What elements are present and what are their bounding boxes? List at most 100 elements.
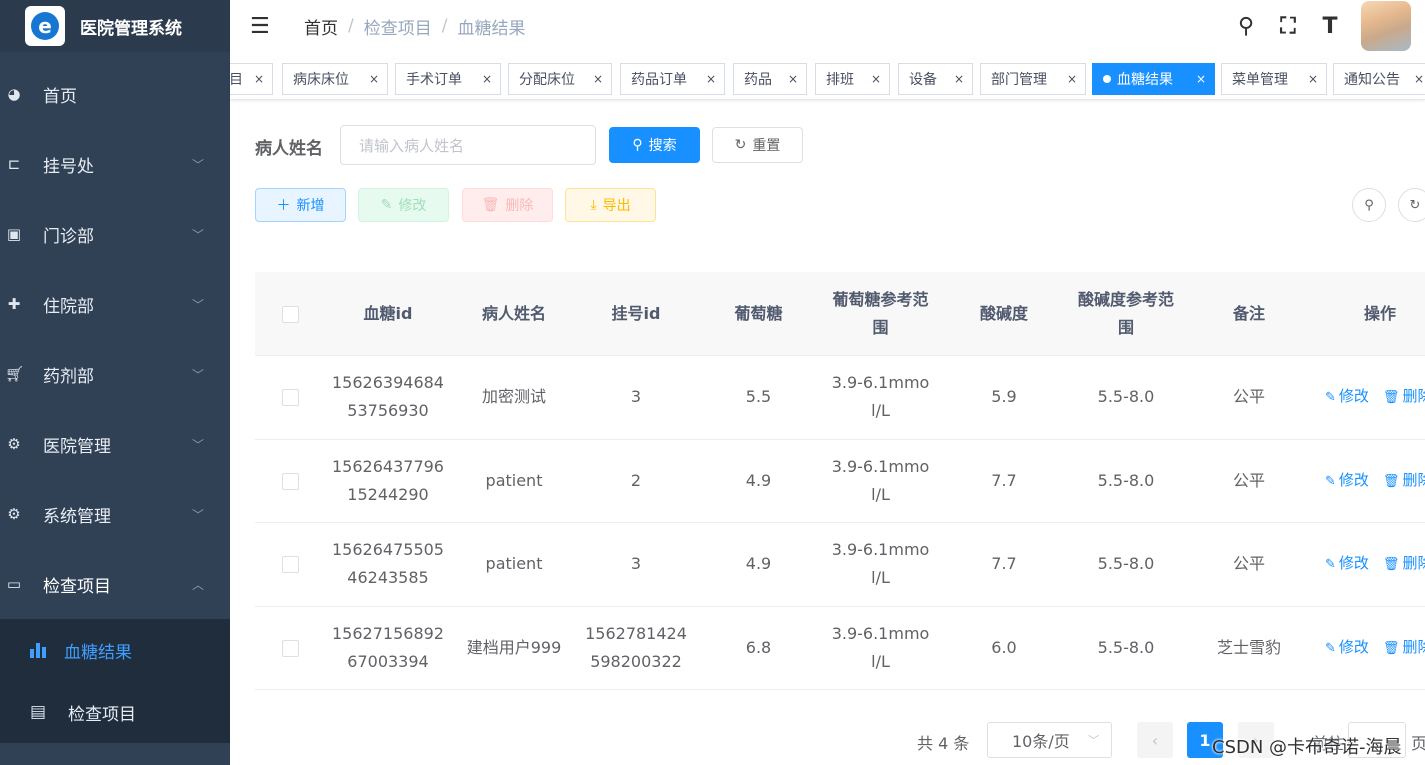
row-delete-label: 删除 bbox=[1402, 554, 1425, 573]
row-edit-link[interactable]: ✎ 修改 bbox=[1325, 549, 1369, 579]
active-dot-icon bbox=[1103, 75, 1111, 83]
prev-page-button[interactable]: ‹ bbox=[1137, 722, 1173, 758]
row-edit-label: 修改 bbox=[1338, 470, 1369, 489]
cell-patient-name: patient bbox=[485, 554, 543, 574]
close-icon[interactable]: × bbox=[788, 72, 798, 86]
search-label: 病人姓名 bbox=[255, 139, 323, 159]
sidebar-item-hospital-management[interactable]: ⚙ 医院管理 ﹀ bbox=[0, 409, 230, 479]
close-icon[interactable]: × bbox=[954, 72, 964, 86]
toggle-search-button[interactable]: ⚲ bbox=[1352, 188, 1386, 222]
close-icon[interactable]: × bbox=[593, 72, 603, 86]
cell-ph-range: 5.5-8.0 bbox=[1097, 637, 1155, 657]
row-delete-link[interactable]: 🗑︎ 删除 bbox=[1383, 549, 1425, 579]
row-edit-link[interactable]: ✎ 修改 bbox=[1325, 382, 1369, 412]
row-checkbox[interactable] bbox=[281, 556, 299, 574]
sidebar-item-inspection[interactable]: ▭ 检查项目 ︿ bbox=[0, 549, 230, 619]
tag-item[interactable]: 手术订单 × bbox=[395, 63, 501, 95]
sidebar-item-registration[interactable]: ⊏ 挂号处 ﹀ bbox=[0, 129, 230, 199]
column-header: 操作 bbox=[1363, 303, 1396, 323]
close-icon[interactable]: × bbox=[706, 72, 716, 86]
row-edit-link[interactable]: ✎ 修改 bbox=[1325, 466, 1369, 496]
tag-item[interactable]: 菜单管理 × bbox=[1221, 63, 1327, 95]
cell-glucose: 5.5 bbox=[745, 387, 772, 407]
chevron-left-icon: ‹ bbox=[1151, 730, 1159, 750]
cell-glucose-range: 3.9-6.1mmol/L bbox=[831, 623, 930, 671]
sidebar-item-pharmacy[interactable]: 🛒︎ 药剂部 ﹀ bbox=[0, 339, 230, 409]
column-header: 酸碱度参考范围 bbox=[1077, 289, 1174, 337]
tag-label: 目 bbox=[230, 72, 243, 88]
tag-item[interactable]: 药品订单 × bbox=[620, 63, 725, 95]
cell-ph: 7.7 bbox=[991, 470, 1017, 490]
hamburger-icon[interactable]: ☰ bbox=[250, 14, 274, 39]
fullscreen-icon[interactable]: ⛶ bbox=[1273, 14, 1303, 39]
export-button[interactable]: ⤓ 导出 bbox=[565, 188, 656, 222]
submenu-item-inspection[interactable]: ▤ 检查项目 bbox=[0, 681, 230, 743]
tag-item-active[interactable]: 血糖结果 × bbox=[1092, 63, 1215, 95]
tag-label: 病床床位 bbox=[293, 72, 349, 88]
row-checkbox[interactable] bbox=[281, 639, 299, 657]
reset-button[interactable]: ↻ 重置 bbox=[712, 127, 803, 163]
row-checkbox[interactable] bbox=[281, 389, 299, 407]
avatar[interactable] bbox=[1361, 1, 1411, 51]
cell-registration-id: 3 bbox=[630, 554, 642, 574]
tag-label: 药品 bbox=[744, 72, 772, 88]
sidebar-item-label: 系统管理 bbox=[43, 506, 111, 527]
sidebar-item-home[interactable]: ◕ 首页 bbox=[0, 59, 230, 129]
breadcrumb-home[interactable]: 首页 bbox=[304, 14, 338, 39]
patient-name-input[interactable]: 请输入病人姓名 bbox=[340, 125, 596, 165]
logo[interactable]: e 医院管理系统 bbox=[0, 0, 230, 52]
font-size-icon[interactable]: T bbox=[1315, 14, 1345, 39]
tag-item[interactable]: 分配床位 × bbox=[508, 63, 612, 95]
edit-button[interactable]: ✎ 修改 bbox=[358, 188, 449, 222]
cell-id: 1562639468453756930 bbox=[332, 373, 444, 421]
close-icon[interactable]: × bbox=[1067, 72, 1077, 86]
close-icon[interactable]: × bbox=[871, 72, 881, 86]
close-icon[interactable]: × bbox=[369, 72, 379, 86]
plus-icon: ＋ bbox=[276, 198, 291, 214]
close-icon[interactable]: × bbox=[1196, 72, 1206, 86]
tag-item[interactable]: 通知公告 × bbox=[1333, 63, 1425, 95]
tag-item[interactable]: 病床床位 × bbox=[282, 63, 388, 95]
row-delete-link[interactable]: 🗑︎ 删除 bbox=[1383, 633, 1425, 663]
trash-icon: 🗑︎ bbox=[1382, 390, 1400, 406]
edit-button-label: 修改 bbox=[398, 198, 427, 214]
cell-glucose-range: 3.9-6.1mmol/L bbox=[831, 540, 930, 588]
refresh-button[interactable]: ↻ bbox=[1398, 188, 1425, 222]
column-header: 血糖id bbox=[363, 303, 413, 323]
close-icon[interactable]: × bbox=[482, 72, 492, 86]
row-edit-link[interactable]: ✎ 修改 bbox=[1325, 633, 1369, 663]
add-button[interactable]: ＋ 新增 bbox=[255, 188, 346, 222]
row-edit-label: 修改 bbox=[1338, 554, 1369, 573]
close-icon[interactable]: × bbox=[254, 72, 264, 86]
tag-item[interactable]: 药品 × bbox=[733, 63, 807, 95]
row-delete-link[interactable]: 🗑︎ 删除 bbox=[1383, 466, 1425, 496]
cell-id: 1562643779615244290 bbox=[332, 456, 444, 504]
close-icon[interactable]: × bbox=[1414, 72, 1424, 86]
add-button-label: 新增 bbox=[296, 198, 325, 214]
delete-button[interactable]: 🗑︎ 删除 bbox=[462, 188, 553, 222]
cell-registration-id: 2 bbox=[630, 470, 642, 490]
search-icon[interactable]: ⚲ bbox=[1231, 14, 1261, 39]
tag-item[interactable]: 排班 × bbox=[815, 63, 890, 95]
search-button[interactable]: ⚲ 搜索 bbox=[609, 127, 700, 163]
sidebar-item-inpatient[interactable]: ✚ 住院部 ﹀ bbox=[0, 269, 230, 339]
clinic-icon: ▣ bbox=[6, 225, 22, 243]
page-unit-label: 页 bbox=[1411, 734, 1425, 753]
tag-item[interactable]: 部门管理 × bbox=[980, 63, 1086, 95]
tag-item[interactable]: 设备 × bbox=[898, 63, 973, 95]
cell-id: 1562647550546243585 bbox=[332, 540, 444, 588]
cell-note: 公平 bbox=[1232, 554, 1265, 574]
cell-ph: 6.0 bbox=[991, 637, 1017, 657]
breadcrumb-separator: / bbox=[348, 16, 354, 36]
row-select-cell bbox=[255, 634, 325, 662]
select-all-checkbox[interactable] bbox=[281, 305, 299, 323]
row-checkbox[interactable] bbox=[281, 472, 299, 490]
sidebar-item-outpatient[interactable]: ▣ 门诊部 ﹀ bbox=[0, 199, 230, 269]
close-icon[interactable]: × bbox=[1308, 72, 1318, 86]
sidebar-item-system-management[interactable]: ⚙ 系统管理 ﹀ bbox=[0, 479, 230, 549]
submenu-item-blood-sugar[interactable]: 血糖结果 bbox=[0, 619, 230, 681]
tag-item[interactable]: 目 × bbox=[230, 63, 273, 95]
cell-ph-range: 5.5-8.0 bbox=[1097, 554, 1155, 574]
page-size-select[interactable]: 10条/页 ﹀ bbox=[987, 722, 1112, 758]
row-delete-link[interactable]: 🗑︎ 删除 bbox=[1383, 382, 1425, 412]
